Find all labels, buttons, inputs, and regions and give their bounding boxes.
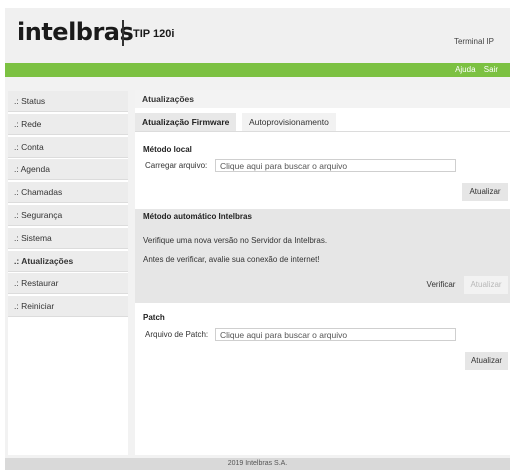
firmware-file-input[interactable]: Clique aqui para buscar o arquivo — [215, 159, 456, 172]
device-type-label: Terminal IP — [453, 37, 494, 46]
sidebar-item-seguranca[interactable]: .: Segurança — [8, 204, 128, 226]
brand-logo: intelbras — [17, 18, 134, 46]
footer: 2019 Intelbras S.A. — [5, 458, 510, 470]
sidebar-item-agenda[interactable]: .: Agenda — [8, 159, 128, 181]
patch-update-button[interactable]: Atualizar — [465, 352, 508, 370]
logo-divider — [122, 20, 124, 46]
patch-file-input[interactable]: Clique aqui para buscar o arquivo — [215, 328, 456, 341]
sidebar-item-atualizacoes[interactable]: .: Atualizações — [8, 250, 128, 272]
page-title: Atualizações — [135, 90, 510, 108]
sidebar-item-sistema[interactable]: .: Sistema — [8, 227, 128, 249]
auto-method-info-line2: Antes de verificar, avalie sua conexão d… — [143, 255, 320, 264]
sidebar-item-status[interactable]: .: Status — [8, 91, 128, 112]
patch-file-label: Arquivo de Patch: — [145, 330, 209, 339]
help-link[interactable]: Ajuda — [455, 65, 475, 74]
auto-method-section: Método automático Intelbras Verifique um… — [135, 209, 510, 303]
upload-file-label: Carregar arquivo: — [145, 161, 208, 170]
sidebar-item-chamadas[interactable]: .: Chamadas — [8, 182, 128, 204]
sidebar-item-reiniciar[interactable]: .: Reiniciar — [8, 296, 128, 318]
tab-autoprovisioning[interactable]: Autoprovisionamento — [242, 113, 336, 131]
sidebar: .: Status .: Rede .: Conta .: Agenda .: … — [8, 91, 128, 455]
logout-link[interactable]: Sair — [484, 65, 498, 74]
top-nav-bar — [5, 63, 510, 77]
patch-heading: Patch — [143, 313, 165, 322]
auto-method-heading: Método automático Intelbras — [143, 212, 252, 221]
tab-firmware-update[interactable]: Atualização Firmware — [135, 113, 237, 131]
local-method-heading: Método local — [143, 145, 192, 154]
top-nav: Ajuda Sair — [449, 65, 498, 74]
auto-update-button[interactable]: Atualizar — [464, 276, 508, 294]
sidebar-item-restaurar[interactable]: .: Restaurar — [8, 273, 128, 295]
sidebar-item-rede[interactable]: .: Rede — [8, 113, 128, 135]
main-panel: Atualizações Atualização Firmware Autopr… — [135, 90, 510, 455]
local-update-button[interactable]: Atualizar — [462, 183, 508, 201]
auto-method-info-line1: Verifique uma nova versão no Servidor da… — [143, 236, 328, 245]
tab-bar: Atualização Firmware Autoprovisionamento — [135, 113, 510, 132]
sidebar-item-conta[interactable]: .: Conta — [8, 136, 128, 158]
device-model: TIP 120i — [133, 28, 175, 40]
verify-button[interactable]: Verificar — [420, 276, 462, 294]
